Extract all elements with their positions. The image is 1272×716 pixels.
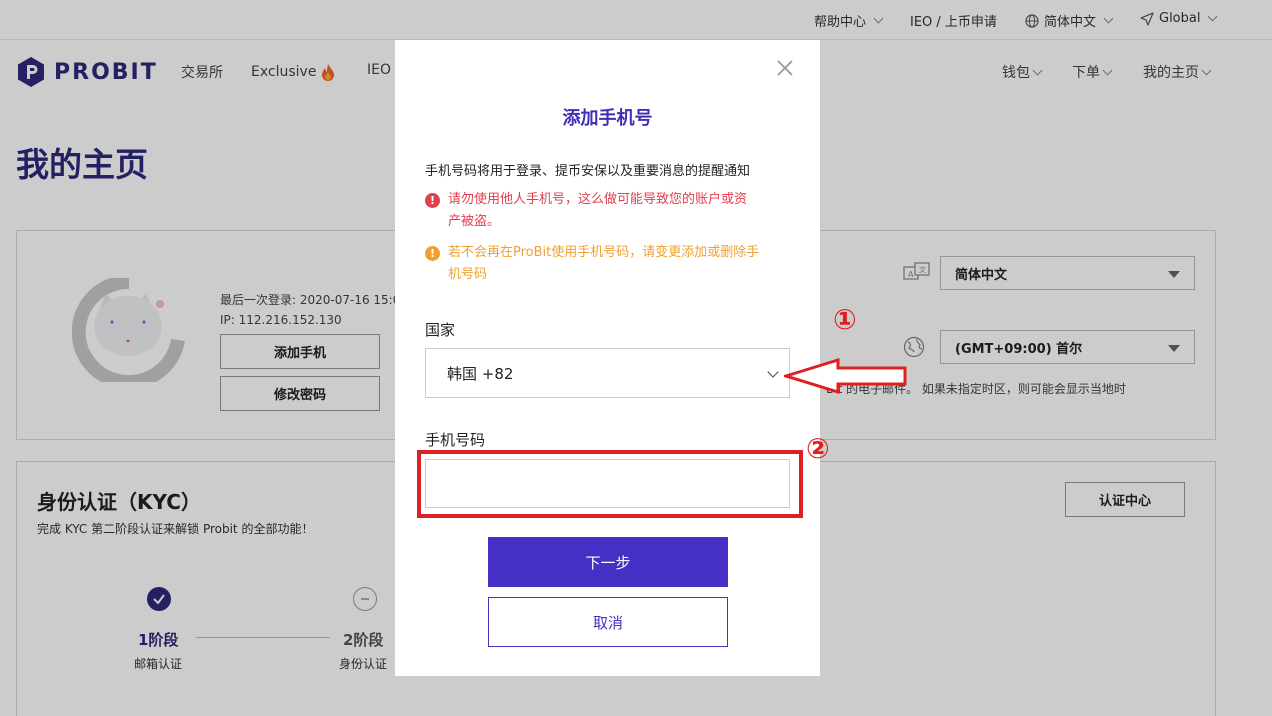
country-select[interactable]: 韩国 +82 (425, 348, 790, 398)
modal-title: 添加手机号 (562, 108, 653, 129)
country-select-value: 韩国 +82 (447, 364, 514, 383)
page-root: 帮助中心 IEO / 上币申请 简体中文 Global PROBIT 交易所 E… (0, 0, 1272, 716)
annotation-step2: ② (806, 432, 830, 465)
alert-icon: ! (425, 193, 440, 208)
warning-change-phone: ! 若不会再在ProBit使用手机号码，请变更添加或删除手 机号码 (425, 242, 759, 286)
warning-change-phone-text: 若不会再在ProBit使用手机号码，请变更添加或删除手 机号码 (448, 242, 759, 286)
warning-others-phone-text: 请勿使用他人手机号，这么做可能导致您的账户或资 产被盗。 (448, 189, 747, 233)
close-icon[interactable] (774, 57, 796, 79)
warning-red-line2: 产被盗。 (448, 214, 501, 229)
warning-red-line1: 请勿使用他人手机号，这么做可能导致您的账户或资 (448, 192, 748, 207)
modal-intro: 手机号码将用于登录、提币安保以及重要消息的提醒通知 (425, 164, 751, 179)
phone-input-highlight-frame (417, 450, 803, 518)
warning-icon: ! (425, 246, 440, 261)
warning-others-phone: ! 请勿使用他人手机号，这么做可能导致您的账户或资 产被盗。 (425, 189, 747, 233)
add-phone-modal: 添加手机号 手机号码将用于登录、提币安保以及重要消息的提醒通知 ! 请勿使用他人… (395, 40, 820, 676)
annotation-arrow-icon (784, 357, 907, 395)
cancel-button[interactable]: 取消 (488, 597, 728, 647)
warning-orange-line1: 若不会再在ProBit使用手机号码，请变更添加或删除手 (448, 245, 760, 260)
country-label: 国家 (425, 321, 456, 339)
warning-orange-line2: 机号码 (448, 267, 488, 282)
annotation-step1: ① (833, 303, 857, 336)
next-step-button[interactable]: 下一步 (488, 537, 728, 587)
chevron-down-icon (767, 366, 779, 378)
phone-label: 手机号码 (425, 431, 486, 449)
